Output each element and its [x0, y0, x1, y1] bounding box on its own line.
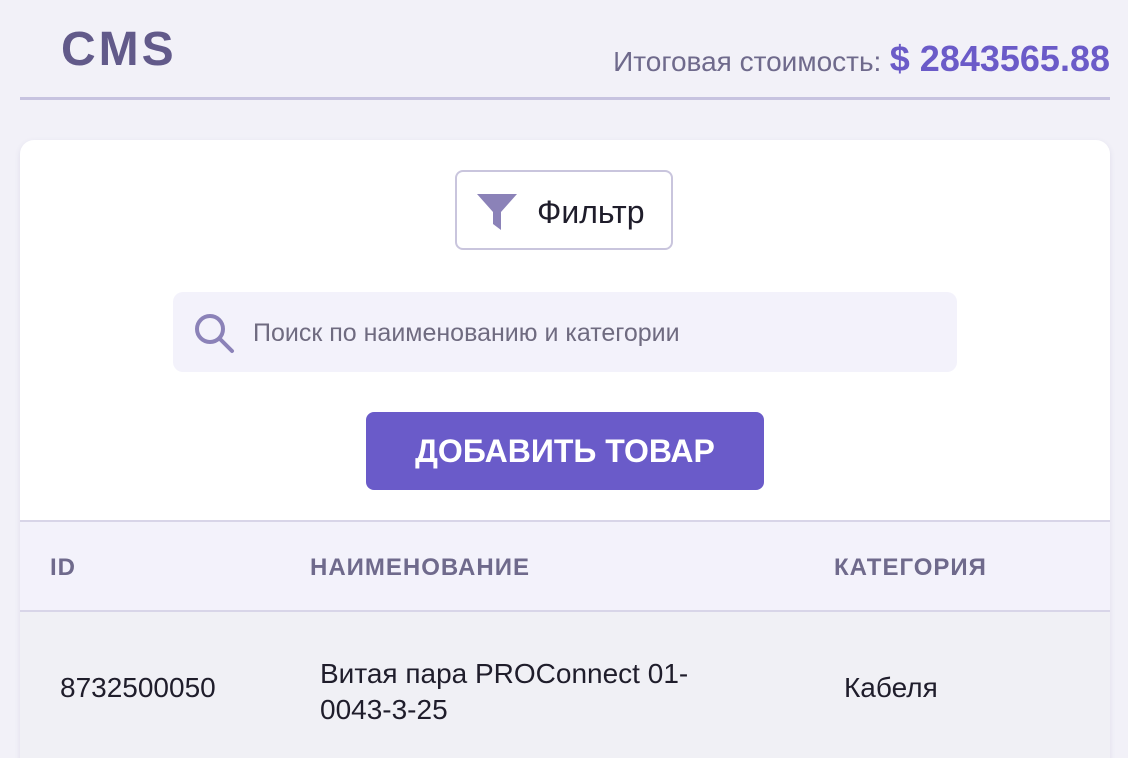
total-cost: Итоговая стоимость: $ 2843565.88: [613, 38, 1110, 80]
total-cost-label: Итоговая стоимость:: [613, 46, 882, 77]
app-logo: CMS: [61, 23, 177, 76]
table-row[interactable]: 8732500050 Витая пара PROConnect 01-0043…: [20, 612, 1110, 758]
row-name: Витая пара PROConnect 01-0043-3-25: [320, 658, 689, 725]
funnel-icon: [477, 194, 517, 230]
cms-page: CMS Итоговая стоимость: $ 2843565.88 Фил…: [0, 0, 1128, 758]
products-card: Фильтр ДОБАВИТЬ ТОВАР ID НАИМЕНОВАНИЕ КА…: [20, 140, 1110, 758]
total-cost-value: $ 2843565.88: [889, 38, 1110, 79]
search-bar: [173, 292, 957, 372]
table-header: ID НАИМЕНОВАНИЕ КАТЕГОРИЯ: [20, 520, 1110, 612]
filter-button[interactable]: Фильтр: [455, 170, 673, 250]
add-product-button[interactable]: ДОБАВИТЬ ТОВАР: [366, 412, 764, 490]
search-input[interactable]: [251, 310, 945, 356]
row-id: 8732500050: [60, 672, 216, 703]
column-header-id[interactable]: ID: [50, 554, 76, 582]
search-icon: [195, 314, 234, 353]
column-header-name[interactable]: НАИМЕНОВАНИЕ: [310, 554, 530, 582]
column-header-category[interactable]: КАТЕГОРИЯ: [834, 554, 987, 582]
filter-button-label: Фильтр: [537, 194, 645, 230]
header: CMS Итоговая стоимость: $ 2843565.88: [20, 0, 1110, 100]
row-category: Кабеля: [844, 672, 938, 703]
